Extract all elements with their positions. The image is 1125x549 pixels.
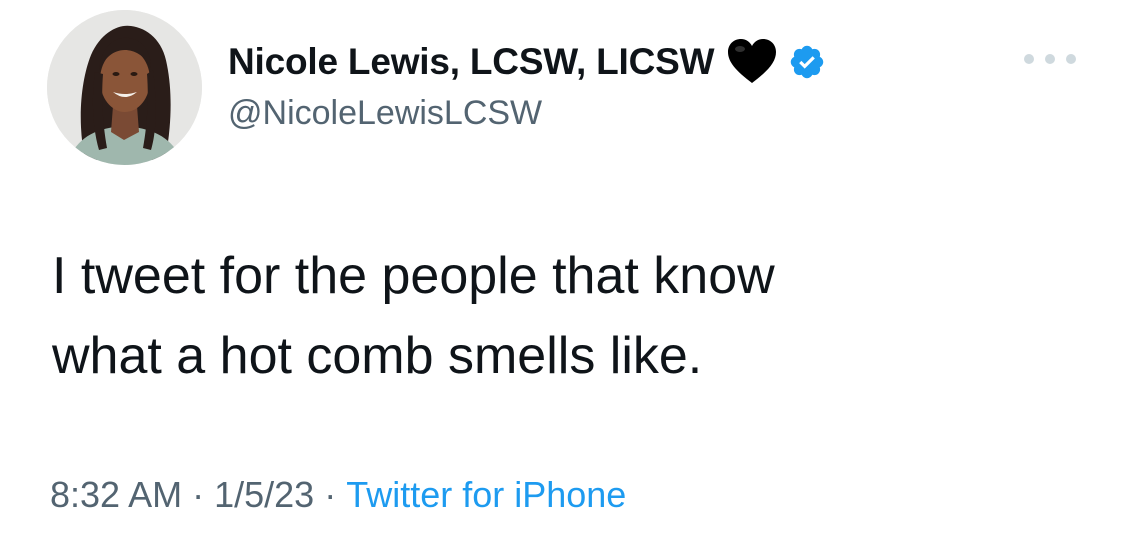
tweet-card: Nicole Lewis, LCSW, LICSW @NicoleLewisLC…: [0, 0, 1125, 549]
avatar[interactable]: [47, 10, 202, 165]
tweet-text: I tweet for the people that know what a …: [52, 236, 1052, 396]
author-header: Nicole Lewis, LCSW, LICSW: [228, 34, 826, 90]
more-options-icon: [1066, 54, 1076, 64]
black-heart-icon: [726, 38, 778, 86]
separator: ·: [324, 474, 337, 515]
tweet-time[interactable]: 8:32 AM: [50, 474, 182, 515]
more-options-icon: [1024, 54, 1034, 64]
tweet-text-line: I tweet for the people that know: [52, 247, 775, 305]
display-name[interactable]: Nicole Lewis, LCSW, LICSW: [228, 41, 715, 83]
avatar-image: [47, 10, 202, 165]
user-handle[interactable]: @NicoleLewisLCSW: [228, 94, 542, 133]
more-options-icon: [1045, 54, 1055, 64]
tweet-text-line: what a hot comb smells like.: [52, 327, 703, 385]
more-options-button[interactable]: [1024, 46, 1076, 72]
tweet-metadata: 8:32 AM · 1/5/23 · Twitter for iPhone: [50, 474, 626, 516]
separator: ·: [192, 474, 205, 515]
tweet-date[interactable]: 1/5/23: [214, 474, 314, 515]
tweet-source-link[interactable]: Twitter for iPhone: [346, 474, 626, 515]
verified-badge-icon: [788, 43, 826, 81]
